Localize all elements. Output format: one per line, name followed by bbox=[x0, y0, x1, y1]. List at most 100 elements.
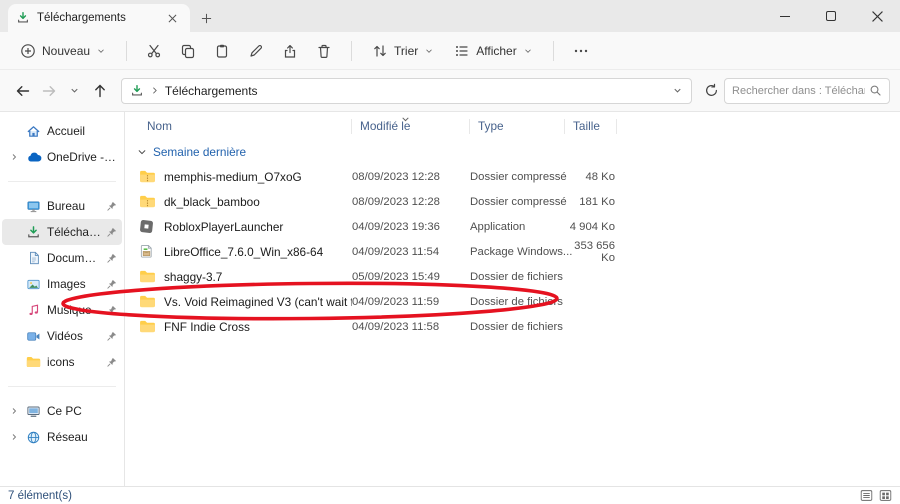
file-row[interactable]: shaggy-3.7 05/09/2023 15:49 Dossier de f… bbox=[125, 264, 900, 289]
sidebar-item-icons-folder[interactable]: icons bbox=[2, 349, 122, 375]
installer-package-icon bbox=[139, 244, 157, 259]
large-icons-view-icon[interactable] bbox=[879, 489, 892, 502]
pin-icon bbox=[107, 305, 118, 315]
onedrive-icon bbox=[25, 149, 42, 165]
more-options-button[interactable] bbox=[566, 37, 596, 65]
new-button-label: Nouveau bbox=[42, 43, 91, 58]
file-explorer-window: Téléchargements Nouveau Trier Afficher T… bbox=[0, 0, 900, 504]
tab-title: Téléchargements bbox=[37, 12, 126, 24]
address-dropdown-icon[interactable] bbox=[672, 85, 683, 96]
rename-button[interactable] bbox=[241, 37, 271, 65]
chevron-down-icon bbox=[98, 48, 104, 53]
column-header-name[interactable]: Nom bbox=[139, 118, 352, 134]
music-icon bbox=[25, 303, 42, 317]
sidebar-item-label: Accueil bbox=[47, 124, 86, 138]
group-header-label: Semaine dernière bbox=[153, 145, 247, 159]
copy-button[interactable] bbox=[173, 37, 203, 65]
address-bar[interactable]: Téléchargements bbox=[120, 77, 693, 104]
details-view-icon[interactable] bbox=[860, 489, 873, 502]
search-box bbox=[724, 77, 891, 104]
sidebar-item-videos[interactable]: Vidéos bbox=[2, 323, 122, 349]
chevron-down-icon bbox=[71, 88, 78, 93]
paste-button[interactable] bbox=[207, 37, 237, 65]
home-icon bbox=[25, 124, 42, 139]
file-type: Dossier de fichiers bbox=[470, 295, 563, 308]
tab-close-button[interactable] bbox=[162, 8, 182, 28]
sidebar-item-documents[interactable]: Documents bbox=[2, 245, 122, 271]
sidebar-item-onedrive[interactable]: OneDrive - Persona bbox=[2, 144, 122, 170]
file-row[interactable]: FNF Indie Cross 04/09/2023 11:58 Dossier… bbox=[125, 314, 900, 339]
column-header-modified[interactable]: Modifié le bbox=[352, 118, 470, 134]
file-type: Dossier compressé bbox=[470, 170, 567, 183]
arrow-up-icon bbox=[95, 84, 105, 97]
sort-indicator-icon bbox=[401, 112, 410, 126]
sidebar-item-this-pc[interactable]: Ce PC bbox=[2, 398, 122, 424]
file-name: shaggy-3.7 bbox=[164, 269, 223, 284]
file-type: Dossier de fichiers bbox=[470, 320, 563, 333]
sidebar-item-label: Musique bbox=[47, 303, 92, 317]
up-button[interactable] bbox=[87, 78, 113, 104]
file-row[interactable]: dk_black_bamboo 08/09/2023 12:28 Dossier… bbox=[125, 189, 900, 214]
group-header-last-week[interactable]: Semaine dernière bbox=[125, 140, 900, 164]
refresh-button[interactable] bbox=[698, 78, 724, 104]
rename-icon bbox=[250, 44, 263, 57]
sidebar-item-desktop[interactable]: Bureau bbox=[2, 193, 122, 219]
pin-icon bbox=[107, 279, 118, 289]
sidebar-item-label: Téléchargement bbox=[47, 225, 102, 239]
sidebar-item-downloads[interactable]: Téléchargement bbox=[2, 219, 122, 245]
view-button-label: Afficher bbox=[476, 43, 517, 58]
file-row[interactable]: memphis-medium_O7xoG 08/09/2023 12:28 Do… bbox=[125, 164, 900, 189]
file-modified: 08/09/2023 12:28 bbox=[352, 195, 440, 208]
sort-button[interactable]: Trier bbox=[364, 38, 442, 64]
new-button[interactable]: Nouveau bbox=[12, 38, 114, 64]
sidebar-item-pictures[interactable]: Images bbox=[2, 271, 122, 297]
toolbar-divider bbox=[126, 40, 128, 61]
copy-icon bbox=[181, 44, 195, 58]
sidebar-item-network[interactable]: Réseau bbox=[2, 424, 122, 450]
file-row[interactable]: RobloxPlayerLauncher 04/09/2023 19:36 Ap… bbox=[125, 214, 900, 239]
delete-button[interactable] bbox=[309, 37, 339, 65]
sidebar-separator bbox=[8, 181, 116, 182]
column-header-type[interactable]: Type bbox=[470, 118, 565, 134]
explorer-tab[interactable]: Téléchargements bbox=[8, 4, 190, 32]
maximize-button[interactable] bbox=[808, 0, 854, 32]
sidebar-item-music[interactable]: Musique bbox=[2, 297, 122, 323]
back-button[interactable] bbox=[10, 78, 36, 104]
sidebar-item-home[interactable]: Accueil bbox=[2, 118, 122, 144]
caption-buttons bbox=[762, 0, 900, 32]
close-button[interactable] bbox=[854, 0, 900, 32]
chevron-down-icon bbox=[138, 150, 146, 155]
chevron-right-icon[interactable] bbox=[8, 153, 20, 161]
explorer-body: Accueil OneDrive - Persona Bureau Téléch… bbox=[0, 112, 900, 486]
sidebar-item-label: Documents bbox=[47, 251, 102, 265]
recent-locations-button[interactable] bbox=[61, 78, 87, 104]
view-button[interactable]: Afficher bbox=[446, 38, 540, 64]
file-name: memphis-medium_O7xoG bbox=[164, 169, 302, 184]
chevron-down-icon bbox=[524, 48, 531, 53]
forward-button[interactable] bbox=[36, 78, 62, 104]
cut-button[interactable] bbox=[139, 37, 169, 65]
toolbar-divider bbox=[351, 40, 353, 61]
maximize-icon bbox=[826, 11, 836, 21]
document-icon bbox=[25, 251, 42, 265]
search-input[interactable] bbox=[732, 84, 866, 97]
chevron-right-icon[interactable] bbox=[8, 407, 20, 415]
pictures-icon bbox=[25, 277, 42, 292]
sidebar-item-label: OneDrive - Persona bbox=[47, 150, 118, 164]
trash-icon bbox=[318, 44, 330, 58]
file-name: Vs. Void Reimagined V3 (can't wait for v… bbox=[164, 294, 352, 309]
pin-icon bbox=[107, 201, 118, 211]
new-tab-button[interactable] bbox=[196, 8, 216, 28]
desktop-icon bbox=[25, 199, 42, 214]
share-button[interactable] bbox=[275, 37, 305, 65]
file-row-circled[interactable]: Vs. Void Reimagined V3 (can't wait for v… bbox=[125, 289, 900, 314]
column-header-size[interactable]: Taille bbox=[565, 118, 617, 134]
file-row[interactable]: LibreOffice_7.6.0_Win_x86-64 04/09/2023 … bbox=[125, 239, 900, 264]
minimize-button[interactable] bbox=[762, 0, 808, 32]
network-icon bbox=[25, 430, 42, 445]
file-name: LibreOffice_7.6.0_Win_x86-64 bbox=[164, 244, 324, 259]
sidebar-item-label: icons bbox=[47, 355, 75, 369]
file-type: Application bbox=[470, 220, 526, 233]
file-size: 353 656 Ko bbox=[574, 239, 615, 264]
chevron-right-icon[interactable] bbox=[8, 433, 20, 441]
